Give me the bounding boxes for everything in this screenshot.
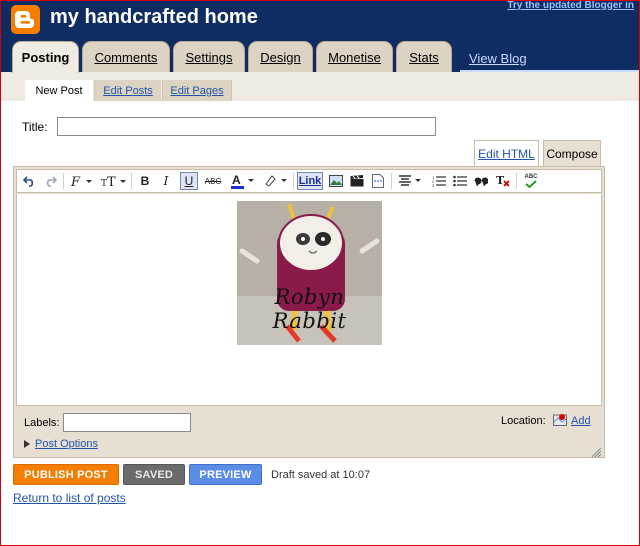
- draft-status: Draft saved at 10:07: [271, 469, 371, 481]
- link-button[interactable]: Link: [297, 172, 323, 190]
- bold-button[interactable]: B: [138, 172, 152, 190]
- alignment-icon[interactable]: [397, 172, 425, 190]
- highlight-color-icon[interactable]: [262, 172, 290, 190]
- toolbar-separator: [293, 173, 294, 189]
- svg-text:A: A: [232, 173, 241, 187]
- tab-stats[interactable]: Stats: [396, 41, 452, 72]
- subtab-edit-pages[interactable]: Edit Pages: [162, 80, 232, 101]
- remove-formatting-icon[interactable]: T: [494, 172, 512, 190]
- insert-video-icon[interactable]: [349, 172, 365, 190]
- tab-comments[interactable]: Comments: [82, 41, 170, 72]
- svg-text:T: T: [107, 175, 116, 188]
- title-label: Title:: [22, 120, 48, 134]
- tab-posting[interactable]: Posting: [12, 41, 79, 73]
- toolbar-separator: [391, 173, 392, 189]
- view-blog-link[interactable]: View Blog: [469, 51, 527, 66]
- saved-button[interactable]: SAVED: [123, 464, 185, 485]
- subtab-edit-posts[interactable]: Edit Posts: [94, 80, 161, 101]
- expand-arrow-icon[interactable]: [24, 440, 30, 448]
- labels-label: Labels:: [24, 417, 60, 429]
- tab-monetise[interactable]: Monetise: [316, 41, 393, 72]
- try-updated-blogger-link[interactable]: Try the updated Blogger in: [507, 0, 634, 11]
- location-label: Location:: [501, 415, 546, 427]
- underline-button[interactable]: U: [180, 172, 198, 190]
- post-options-link[interactable]: Post Options: [35, 438, 98, 450]
- preview-button[interactable]: PREVIEW: [189, 464, 262, 485]
- tab-settings[interactable]: Settings: [173, 41, 245, 72]
- tab-compose[interactable]: Compose: [543, 140, 601, 167]
- tab-design[interactable]: Design: [248, 41, 313, 72]
- strikethrough-button[interactable]: ABC: [203, 172, 223, 190]
- blogger-logo-icon[interactable]: [11, 5, 40, 34]
- bullet-list-icon[interactable]: [452, 172, 468, 190]
- photo-caption: Robyn Rabbit: [272, 285, 347, 333]
- text-color-icon[interactable]: A: [229, 172, 257, 190]
- title-input[interactable]: [57, 117, 436, 136]
- font-size-icon[interactable]: TT: [100, 172, 128, 190]
- return-to-posts-link[interactable]: Return to list of posts: [13, 491, 126, 505]
- insert-image-icon[interactable]: [328, 172, 344, 190]
- redo-icon[interactable]: [42, 172, 58, 190]
- undo-icon[interactable]: [22, 172, 38, 190]
- tab-edit-html[interactable]: Edit HTML: [474, 140, 539, 167]
- location-add-link[interactable]: Add: [571, 415, 591, 427]
- resize-grip-icon[interactable]: [591, 445, 602, 458]
- svg-text:F: F: [70, 175, 81, 188]
- toolbar-separator: [516, 173, 517, 189]
- spellcheck-icon: [525, 180, 537, 188]
- spellcheck-button[interactable]: ABC: [521, 172, 541, 190]
- toolbar-separator: [63, 173, 64, 189]
- blog-title: my handcrafted home: [50, 6, 258, 28]
- italic-button[interactable]: I: [159, 172, 173, 190]
- subtab-new-post[interactable]: New Post: [25, 80, 93, 101]
- svg-text:T: T: [496, 174, 505, 187]
- location-map-icon[interactable]: [553, 413, 567, 426]
- jump-break-icon[interactable]: [370, 172, 386, 190]
- svg-text:3: 3: [432, 183, 435, 187]
- labels-input[interactable]: [63, 413, 191, 432]
- post-image[interactable]: Robyn Rabbit: [237, 201, 382, 345]
- font-family-icon[interactable]: F: [69, 172, 95, 190]
- publish-post-button[interactable]: PUBLISH POST: [13, 464, 119, 485]
- blockquote-icon[interactable]: [473, 172, 489, 190]
- toolbar-separator: [131, 173, 132, 189]
- numbered-list-icon[interactable]: 123: [431, 172, 447, 190]
